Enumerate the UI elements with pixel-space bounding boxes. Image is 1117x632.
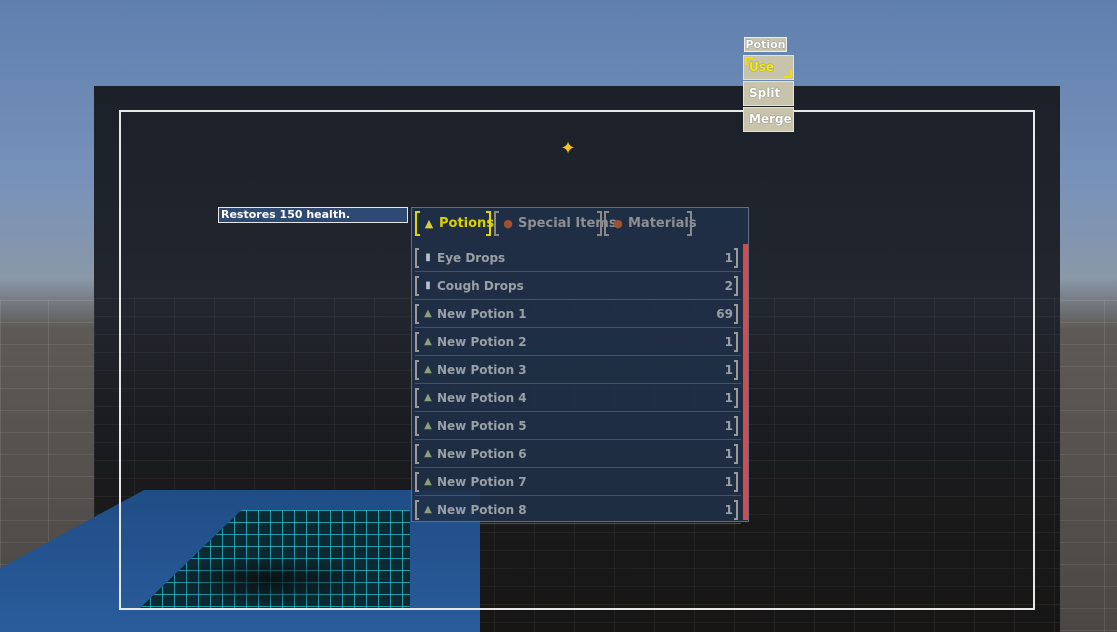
vial-icon: ▮ [425,252,431,263]
bag-icon: ● [613,217,623,230]
item-name: New Potion 7 [437,475,527,489]
list-item[interactable]: ▲ New Potion 2 1 [415,328,741,356]
item-quantity: 69 [716,307,733,321]
context-menu: Use Split Merge [743,55,794,133]
context-menu-title: Potion [744,37,787,52]
use-button[interactable]: Use [743,55,794,80]
tab-special-items[interactable]: ● Special Items [494,211,617,236]
item-name: Eye Drops [437,251,506,265]
item-quantity: 2 [724,279,733,293]
list-item[interactable]: ▮ Cough Drops 2 [415,272,741,300]
inventory-scrollbar[interactable] [743,244,748,520]
list-item[interactable]: ▲ New Potion 3 1 [415,356,741,384]
bag-icon: ● [503,217,513,230]
item-name: New Potion 3 [437,363,527,377]
list-item[interactable]: ▲ New Potion 1 69 [415,300,741,328]
potion-icon: ▲ [424,217,434,230]
tab-potions[interactable]: ▲ Potions [415,211,494,236]
merge-button[interactable]: Merge [743,107,794,132]
split-button[interactable]: Split [743,81,794,106]
item-tooltip: Restores 150 health. [218,207,408,223]
item-quantity: 1 [724,419,733,433]
inventory-tabs: ▲ Potions ● Special Items ● Materials [412,208,748,238]
item-name: New Potion 5 [437,419,527,433]
potion-icon: ▲ [424,504,432,515]
list-item[interactable]: ▲ New Potion 7 1 [415,468,741,496]
list-item[interactable]: ▲ New Potion 6 1 [415,440,741,468]
tab-materials[interactable]: ● Materials [604,211,697,236]
item-quantity: 1 [724,363,733,377]
potion-icon: ▲ [424,448,432,459]
item-quantity: 1 [724,251,733,265]
item-name: New Potion 2 [437,335,527,349]
item-quantity: 1 [724,475,733,489]
transform-gizmo-icon[interactable]: ✦ [558,139,578,159]
item-name: New Potion 8 [437,503,527,517]
item-quantity: 1 [724,391,733,405]
potion-icon: ▲ [424,308,432,319]
potion-icon: ▲ [424,336,432,347]
item-quantity: 1 [724,447,733,461]
potion-icon: ▲ [424,476,432,487]
item-name: Cough Drops [437,279,524,293]
item-name: New Potion 4 [437,391,527,405]
list-item[interactable]: ▲ New Potion 8 1 [415,496,741,524]
list-item[interactable]: ▲ New Potion 4 1 [415,384,741,412]
list-item[interactable]: ▮ Eye Drops 1 [415,244,741,272]
potion-icon: ▲ [424,392,432,403]
potion-icon: ▲ [424,420,432,431]
item-name: New Potion 6 [437,447,527,461]
item-quantity: 1 [724,335,733,349]
inventory-window: ▲ Potions ● Special Items ● Materials ▮ Eye… [411,207,749,524]
vial-icon: ▮ [425,280,431,291]
item-list: ▮ Eye Drops 1 ▮ Cough Drops 2 ▲ New Poti… [415,244,741,524]
potion-icon: ▲ [424,364,432,375]
item-quantity: 1 [724,503,733,517]
list-item[interactable]: ▲ New Potion 5 1 [415,412,741,440]
item-name: New Potion 1 [437,307,527,321]
